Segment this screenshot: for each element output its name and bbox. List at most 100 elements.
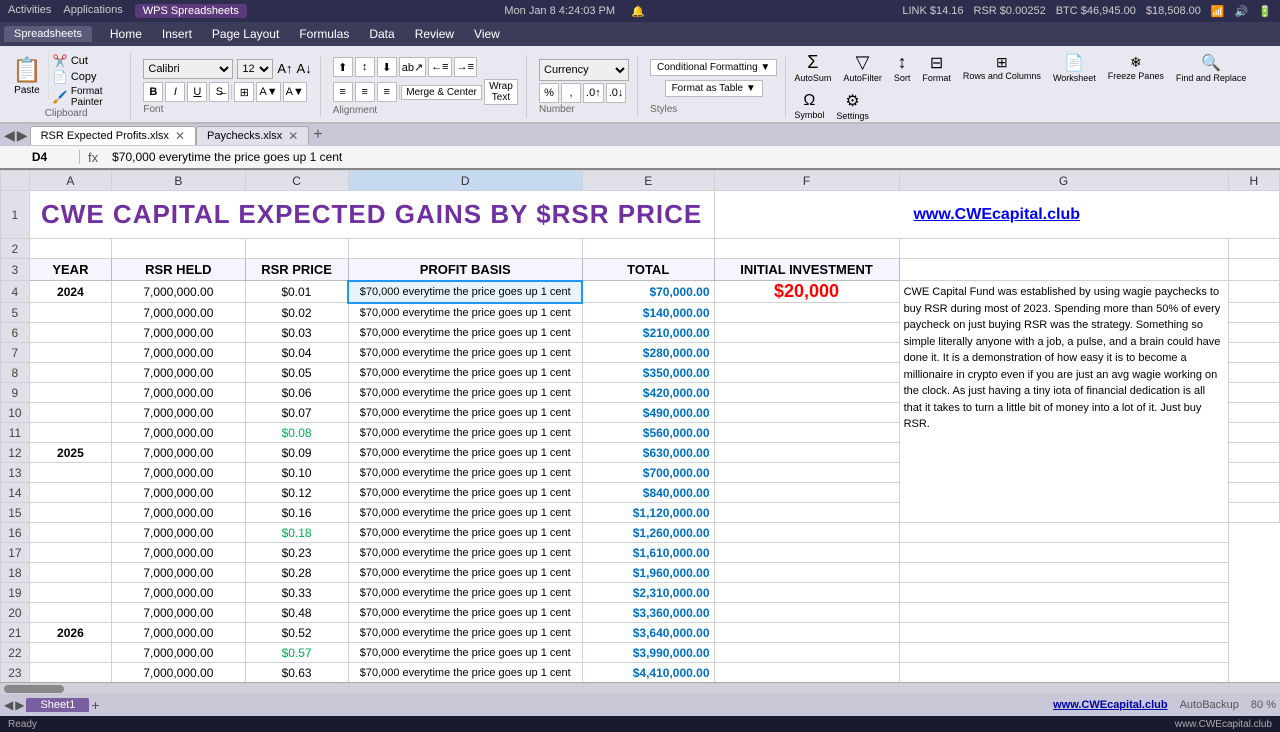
spreadsheets-tab[interactable]: Spreadsheets	[4, 26, 92, 42]
indent-increase-button[interactable]: →≡	[454, 57, 477, 77]
percent-button[interactable]: %	[539, 83, 559, 103]
underline-button[interactable]: U	[187, 82, 207, 102]
cell-e2[interactable]	[582, 239, 714, 259]
new-tab-button[interactable]: +	[309, 126, 326, 145]
format-as-table-button[interactable]: Format as Table ▼	[665, 80, 763, 97]
align-top-button[interactable]: ⬆	[333, 57, 353, 77]
file-tab-1-close[interactable]: ✕	[175, 129, 185, 143]
sheet-nav-left[interactable]: ◀	[4, 698, 13, 712]
italic-button[interactable]: I	[165, 82, 185, 102]
data-menu[interactable]: Data	[359, 25, 404, 43]
file-tab-1[interactable]: RSR Expected Profits.xlsx ✕	[30, 126, 196, 145]
activities-menu[interactable]: Activities	[8, 4, 51, 18]
increase-decimal-button[interactable]: .0↑	[583, 83, 604, 103]
col-header-a[interactable]: A	[29, 171, 111, 191]
symbol-button[interactable]: Ω Symbol	[790, 90, 828, 122]
cell-e5[interactable]: $140,000.00	[582, 303, 714, 323]
align-left-button[interactable]: ≡	[333, 82, 353, 102]
cell-f5[interactable]	[714, 303, 899, 323]
col-header-h[interactable]: H	[1228, 171, 1279, 191]
font-name-select[interactable]: Calibri	[143, 59, 233, 79]
file-tab-2-close[interactable]: ✕	[288, 129, 298, 143]
formula-bar-content[interactable]: $70,000 everytime the price goes up 1 ce…	[106, 150, 1280, 164]
file-tab-2[interactable]: Paychecks.xlsx ✕	[196, 126, 309, 145]
settings-button[interactable]: ⚙ Settings	[832, 89, 873, 123]
conditional-formatting-button[interactable]: Conditional Formatting ▼	[650, 59, 777, 76]
cell-e4[interactable]: $70,000.00	[582, 281, 714, 303]
align-middle-button[interactable]: ↕	[355, 57, 375, 77]
col-header-e[interactable]: E	[582, 171, 714, 191]
copy-button[interactable]: 📄Copy	[53, 70, 122, 84]
increase-font-button[interactable]: A↑	[277, 61, 292, 76]
applications-menu[interactable]: Applications	[63, 4, 122, 18]
page-layout-menu[interactable]: Page Layout	[202, 25, 289, 43]
col-header-b[interactable]: B	[112, 171, 246, 191]
cell-b4[interactable]: 7,000,000.00	[112, 281, 246, 303]
comma-button[interactable]: ,	[561, 83, 581, 103]
cell-a4-year[interactable]: 2024	[29, 281, 111, 303]
cell-c4[interactable]: $0.01	[245, 281, 348, 303]
add-sheet-button[interactable]: +	[91, 697, 99, 713]
sheet-nav-right[interactable]: ▶	[15, 698, 24, 712]
find-replace-button[interactable]: 🔍 Find and Replace	[1172, 51, 1251, 85]
insert-menu[interactable]: Insert	[152, 25, 202, 43]
col-header-c[interactable]: C	[245, 171, 348, 191]
cell-d4-selected[interactable]: $70,000 everytime the price goes up 1 ce…	[348, 281, 582, 303]
cell-a6[interactable]	[29, 323, 111, 343]
cell-h4[interactable]	[1228, 281, 1279, 303]
col-header-f[interactable]: F	[714, 171, 899, 191]
cell-f4-investment[interactable]: $20,000	[714, 281, 899, 303]
wrap-text-button[interactable]: Wrap Text	[484, 79, 518, 105]
sort-button[interactable]: ↕ Sort	[890, 50, 915, 85]
cell-h3[interactable]	[1228, 259, 1279, 281]
home-menu[interactable]: Home	[100, 25, 152, 43]
cell-d2[interactable]	[348, 239, 582, 259]
decrease-decimal-button[interactable]: .0↓	[606, 83, 627, 103]
align-center-button[interactable]: ≡	[355, 82, 375, 102]
sheet-tab-1[interactable]: Sheet1	[26, 698, 89, 712]
col-header-g[interactable]: G	[899, 171, 1228, 191]
cell-a5[interactable]	[29, 303, 111, 323]
website-cell[interactable]: www.CWEcapital.club	[714, 191, 1280, 239]
decrease-font-button[interactable]: A↓	[297, 61, 312, 76]
font-size-select[interactable]: 12	[237, 59, 273, 79]
paste-button[interactable]: 📋 Paste	[10, 54, 49, 98]
view-menu[interactable]: View	[464, 25, 510, 43]
cell-h2[interactable]	[1228, 239, 1279, 259]
indent-decrease-button[interactable]: ←≡	[428, 57, 451, 77]
cell-g3[interactable]	[899, 259, 1228, 281]
nav-back-button[interactable]: ◀	[4, 127, 15, 144]
col-header-d[interactable]: D	[348, 171, 582, 191]
text-direction-button[interactable]: ab↗	[399, 57, 426, 77]
cell-b5[interactable]: 7,000,000.00	[112, 303, 246, 323]
horizontal-scrollbar[interactable]	[0, 682, 1280, 694]
format-painter-button[interactable]: 🖌️Format Painter	[53, 86, 122, 108]
cell-g2[interactable]	[899, 239, 1228, 259]
cell-a2[interactable]	[29, 239, 111, 259]
border-button[interactable]: ⊞	[234, 82, 254, 102]
fill-color-button[interactable]: A▼	[256, 82, 280, 102]
cell-f2[interactable]	[714, 239, 899, 259]
autofilter-button[interactable]: ▽ AutoFilter	[839, 50, 886, 85]
formulas-menu[interactable]: Formulas	[289, 25, 359, 43]
font-color-button[interactable]: A▼	[283, 82, 307, 102]
bold-button[interactable]: B	[143, 82, 163, 102]
cell-d5[interactable]: $70,000 everytime the price goes up 1 ce…	[348, 303, 582, 323]
autosum-button[interactable]: Σ AutoSum	[790, 50, 835, 85]
align-bottom-button[interactable]: ⬇	[377, 57, 397, 77]
merge-center-button[interactable]: Merge & Center	[401, 85, 482, 100]
review-menu[interactable]: Review	[405, 25, 464, 43]
align-right-button[interactable]: ≡	[377, 82, 397, 102]
cell-c2[interactable]	[245, 239, 348, 259]
cut-button[interactable]: ✂️Cut	[53, 54, 122, 68]
cell-c5[interactable]: $0.02	[245, 303, 348, 323]
worksheet-button[interactable]: 📄 Worksheet	[1049, 51, 1100, 85]
cell-h5[interactable]	[1228, 303, 1279, 323]
cell-b2[interactable]	[112, 239, 246, 259]
number-format-select[interactable]: Currency	[539, 59, 629, 81]
rows-cols-button[interactable]: ⊞ Rows and Columns	[959, 52, 1045, 83]
cell-reference[interactable]: D4	[0, 150, 80, 164]
format-button[interactable]: ⊟ Format	[918, 51, 955, 85]
freeze-panes-button[interactable]: ❄ Freeze Panes	[1104, 52, 1168, 83]
strikethrough-button[interactable]: S̶	[209, 82, 229, 102]
